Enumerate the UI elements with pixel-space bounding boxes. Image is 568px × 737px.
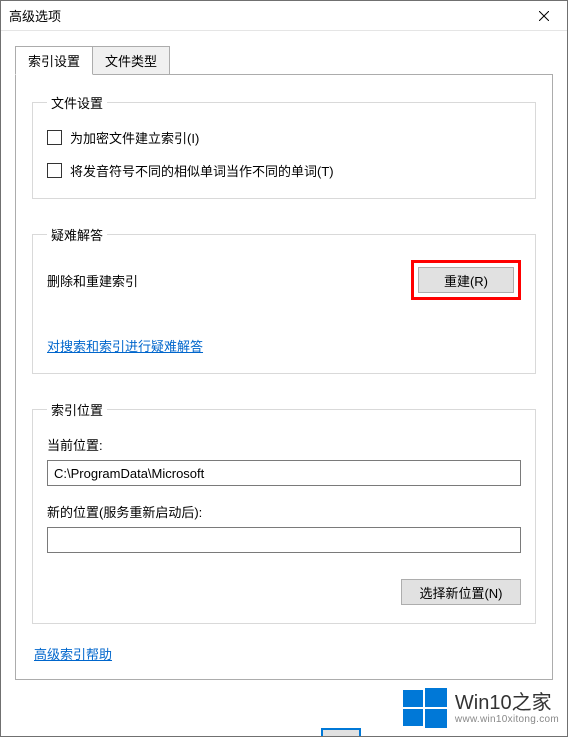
- file-settings-group: 文件设置 为加密文件建立索引(I) 将发音符号不同的相似单词当作不同的单词(T): [32, 93, 536, 199]
- rebuild-label: 删除和重建索引: [47, 271, 138, 290]
- index-location-group: 索引位置 当前位置: 新的位置(服务重新启动后): 选择新位置(N): [32, 400, 536, 624]
- diacritics-checkbox[interactable]: [47, 163, 62, 178]
- watermark-text: Win10之家 www.win10xitong.com: [455, 692, 559, 725]
- titlebar: 高级选项: [1, 1, 567, 31]
- partial-ok-button-edge: [321, 728, 361, 736]
- current-location-label: 当前位置:: [47, 435, 521, 454]
- tab-index-settings[interactable]: 索引设置: [15, 46, 93, 75]
- rebuild-button[interactable]: 重建(R): [418, 267, 514, 293]
- current-location-field[interactable]: [47, 460, 521, 486]
- encrypted-files-checkbox[interactable]: [47, 130, 62, 145]
- watermark-brand: Win10之家: [455, 692, 559, 714]
- file-settings-legend: 文件设置: [47, 93, 107, 112]
- bottom-cutoff: [1, 722, 567, 736]
- advanced-index-help-link[interactable]: 高级索引帮助: [34, 644, 112, 663]
- diacritics-label[interactable]: 将发音符号不同的相似单词当作不同的单词(T): [70, 161, 334, 180]
- troubleshoot-link[interactable]: 对搜索和索引进行疑难解答: [47, 336, 203, 355]
- tab-panel-index-settings: 文件设置 为加密文件建立索引(I) 将发音符号不同的相似单词当作不同的单词(T)…: [15, 74, 553, 680]
- window-title: 高级选项: [9, 6, 521, 25]
- troubleshoot-legend: 疑难解答: [47, 225, 107, 244]
- tab-strip: 索引设置 文件类型: [15, 46, 553, 75]
- diacritics-option: 将发音符号不同的相似单词当作不同的单词(T): [47, 161, 521, 180]
- rebuild-highlight: 重建(R): [411, 260, 521, 300]
- tab-file-types[interactable]: 文件类型: [93, 46, 170, 75]
- encrypted-files-label[interactable]: 为加密文件建立索引(I): [70, 128, 199, 147]
- close-icon: [539, 11, 549, 21]
- rebuild-row: 删除和重建索引 重建(R): [47, 260, 521, 300]
- dialog-content: 索引设置 文件类型 文件设置 为加密文件建立索引(I) 将发音符号不同的相似单词…: [1, 31, 567, 680]
- select-new-location-button[interactable]: 选择新位置(N): [401, 579, 521, 605]
- new-location-field[interactable]: [47, 527, 521, 553]
- index-location-legend: 索引位置: [47, 400, 107, 419]
- encrypted-files-option: 为加密文件建立索引(I): [47, 128, 521, 147]
- new-location-label: 新的位置(服务重新启动后):: [47, 502, 521, 521]
- troubleshoot-group: 疑难解答 删除和重建索引 重建(R) 对搜索和索引进行疑难解答: [32, 225, 536, 374]
- dialog-window: 高级选项 索引设置 文件类型 文件设置 为加密文件建立索引(I) 将发音符号不同…: [0, 0, 568, 737]
- close-button[interactable]: [521, 1, 567, 31]
